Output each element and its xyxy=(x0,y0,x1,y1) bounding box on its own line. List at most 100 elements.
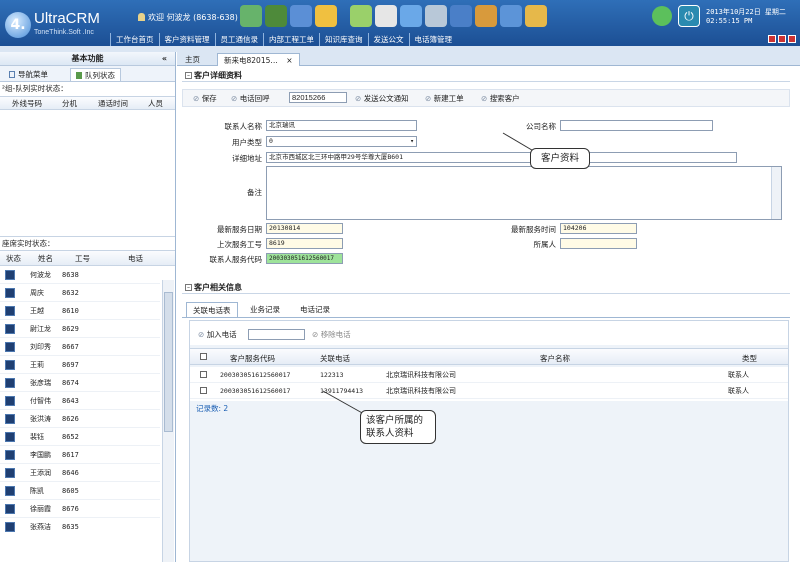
user-type-select[interactable]: 0 ▾ xyxy=(266,136,417,147)
transfer-icon[interactable] xyxy=(350,5,372,27)
menu-send-doc[interactable]: 发送公文 xyxy=(367,33,409,46)
remark-textarea[interactable] xyxy=(266,166,782,220)
seat-name: 张彦瑞 xyxy=(30,379,51,387)
menu-home[interactable]: 工作台首页 xyxy=(110,33,159,46)
user-type-label: 用户类型 xyxy=(232,138,262,147)
callback-number-input[interactable]: 82015266 xyxy=(289,92,347,103)
seat-row[interactable]: 裴钰 8652 xyxy=(0,428,160,446)
user-type-value: 0 xyxy=(269,137,273,145)
collapse-icon[interactable]: « xyxy=(162,52,167,66)
seat-scrollbar[interactable] xyxy=(162,280,174,562)
seat-row[interactable]: 尉江龙 8629 xyxy=(0,320,160,338)
minimize-icon[interactable] xyxy=(768,35,776,43)
seat-row[interactable]: 李国鹏 8617 xyxy=(0,446,160,464)
related-section-header: – 客户相关信息 xyxy=(182,281,790,295)
tab-business-records[interactable]: 业务记录 xyxy=(244,302,286,317)
row-checkbox[interactable] xyxy=(200,371,207,378)
monitor-icon[interactable] xyxy=(290,5,312,27)
power-icon[interactable]: ⏻ xyxy=(678,5,700,27)
forward-icon[interactable] xyxy=(400,5,422,27)
menu-phonebook[interactable]: 电话簿管理 xyxy=(408,33,458,46)
seat-id: 8626 xyxy=(62,415,79,423)
seat-row[interactable]: 王添润 8646 xyxy=(0,464,160,482)
chart-icon[interactable] xyxy=(450,5,472,27)
last-staff-input[interactable]: 8619 xyxy=(266,238,343,249)
thumb-icon[interactable] xyxy=(525,5,547,27)
cash-icon[interactable] xyxy=(265,5,287,27)
sidebar-tabs: 导航菜单 队列状态 xyxy=(0,66,175,82)
seat-row[interactable]: 王莉 8697 xyxy=(0,356,160,374)
phone-input[interactable] xyxy=(248,329,305,340)
seat-row[interactable]: 周庆 8632 xyxy=(0,284,160,302)
refresh-icon[interactable] xyxy=(652,6,672,26)
agent-status-icon xyxy=(5,432,15,442)
send-notice-button[interactable]: ⊘ 发送公文通知 xyxy=(355,93,409,104)
related-phones-panel: ⊘ 加入电话 ⊘ 移除电话 客户服务代码 关联电话 客户名称 类型 200303… xyxy=(189,320,789,562)
customer-info-callout: 客户资料 xyxy=(530,148,590,169)
hangup-icon[interactable] xyxy=(425,5,447,27)
new-workorder-button[interactable]: ⊘ 新建工单 xyxy=(425,93,464,104)
tab-related-phones[interactable]: 关联电话表 xyxy=(186,302,238,317)
pencil-icon: ⊘ xyxy=(312,330,319,339)
settings-icon[interactable] xyxy=(475,5,497,27)
table-row[interactable]: 200303051612560017 122313 北京瑞讯科技有限公司 联系人 xyxy=(190,367,788,383)
seat-row[interactable]: 陈凯 8605 xyxy=(0,482,160,500)
menu-customer[interactable]: 客户资料管理 xyxy=(158,33,215,46)
maximize-icon[interactable] xyxy=(778,35,786,43)
logo-title: UltraCRM xyxy=(34,10,100,27)
latest-time-input[interactable]: 104206 xyxy=(560,223,637,234)
table-row[interactable]: 200303051612560017 13911794413 北京瑞讯科技有限公司联… xyxy=(190,383,788,399)
seat-row[interactable]: 张洪涛 8626 xyxy=(0,410,160,428)
menu-workorder[interactable]: 内部工程工单 xyxy=(263,33,319,46)
seat-name: 徐丽霞 xyxy=(30,505,51,513)
service-code-input[interactable]: 200303051612560017 xyxy=(266,253,343,264)
user-icon xyxy=(138,13,145,21)
menu-knowledge[interactable]: 知识库查询 xyxy=(319,33,368,46)
seat-row[interactable]: 王越 8610 xyxy=(0,302,160,320)
seat-row[interactable]: 徐丽霞 8676 xyxy=(0,500,160,518)
seat-row[interactable]: 付智伟 8643 xyxy=(0,392,160,410)
agent-icon[interactable] xyxy=(315,5,337,27)
seat-row[interactable]: 张燕洁 8635 xyxy=(0,518,160,532)
phone-icon[interactable] xyxy=(375,5,397,27)
seat-id: 8617 xyxy=(62,451,79,459)
remark-scrollbar[interactable] xyxy=(771,167,781,219)
seat-row[interactable]: 张彦瑞 8674 xyxy=(0,374,160,392)
collapse-icon[interactable]: – xyxy=(185,284,192,291)
scrollbar-thumb[interactable] xyxy=(164,292,173,432)
select-all-checkbox[interactable] xyxy=(200,353,207,360)
save-button[interactable]: ⊘ 保存 xyxy=(193,93,217,104)
seat-name: 李国鹏 xyxy=(30,451,51,459)
network-icon[interactable] xyxy=(500,5,522,27)
tab-home[interactable]: 主页 xyxy=(179,53,206,66)
collapse-icon[interactable]: – xyxy=(185,72,192,79)
company-input[interactable] xyxy=(560,120,713,131)
new-workorder-label: 新建工单 xyxy=(433,94,464,103)
row-type: 联系人 xyxy=(728,371,749,379)
tab-new-call[interactable]: 新来电82015… × xyxy=(217,53,300,66)
users-icon[interactable] xyxy=(240,5,262,27)
menu-directory[interactable]: 员工通信录 xyxy=(214,33,264,46)
callback-button[interactable]: ⊘ 电话回呼 xyxy=(231,93,270,104)
tab-queue-status[interactable]: 队列状态 xyxy=(70,68,121,81)
logo-mark: 4. xyxy=(5,12,31,38)
remove-phone-button[interactable]: ⊘ 移除电话 xyxy=(312,329,351,340)
seat-row[interactable]: 何波龙 8638 xyxy=(0,266,160,284)
seat-row[interactable]: 刘印秀 8667 xyxy=(0,338,160,356)
tab-nav-menu[interactable]: 导航菜单 xyxy=(4,68,53,81)
pencil-icon: ⊘ xyxy=(231,94,238,103)
close-icon[interactable] xyxy=(788,35,796,43)
add-phone-button[interactable]: ⊘ 加入电话 xyxy=(198,329,237,340)
owner-input[interactable] xyxy=(560,238,637,249)
tab-call-records[interactable]: 电话记录 xyxy=(294,302,336,317)
seat-name: 周庆 xyxy=(30,289,44,297)
col-external-number: 外线号码 xyxy=(12,99,42,108)
close-icon[interactable]: × xyxy=(286,56,292,65)
latest-date-input[interactable]: 20130814 xyxy=(266,223,343,234)
contact-input[interactable]: 北京瑞讯 xyxy=(266,120,417,131)
pencil-icon: ⊘ xyxy=(481,94,488,103)
app-header: 4. UltraCRM ToneThink.Soft .Inc 欢迎 何波龙 (… xyxy=(0,0,800,46)
row-checkbox[interactable] xyxy=(200,387,207,394)
search-customer-button[interactable]: ⊘ 搜索客户 xyxy=(481,93,520,104)
latest-date-label: 最新服务日期 xyxy=(217,225,262,234)
